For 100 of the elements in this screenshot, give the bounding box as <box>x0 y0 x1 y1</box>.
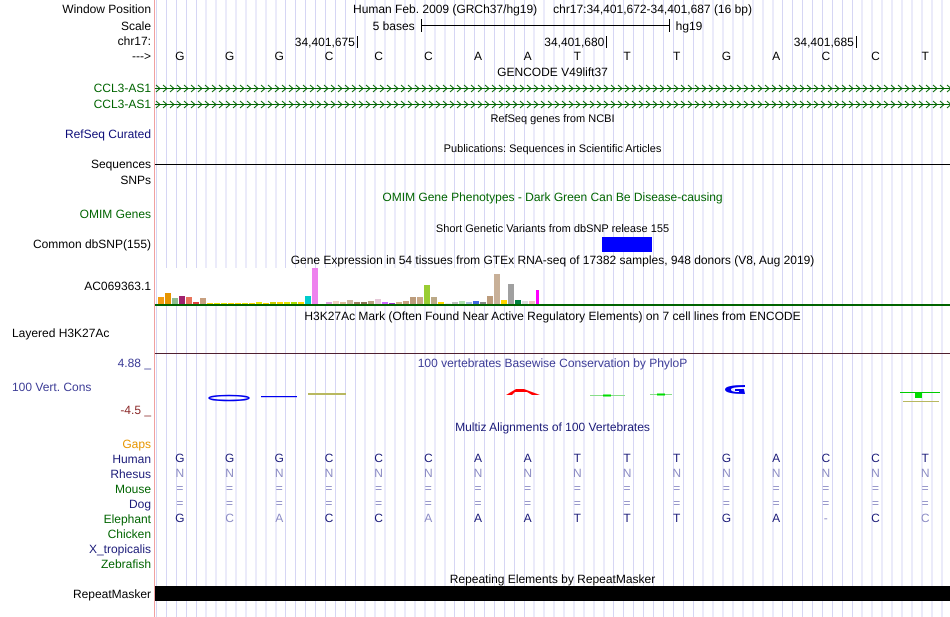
aligned-base: C <box>920 511 930 526</box>
aligned-base: G <box>274 451 284 466</box>
aligned-base: = <box>922 496 929 511</box>
species-label: Chicken <box>108 526 151 540</box>
aligned-base: A <box>772 451 780 466</box>
aligned-base: = <box>673 481 680 496</box>
aligned-base: N <box>324 466 334 481</box>
base-letter: C <box>821 49 830 63</box>
assembly-name: hg19 <box>676 18 702 32</box>
aligned-base: N <box>772 466 780 481</box>
species-label: Zebrafish <box>100 556 151 570</box>
aligned-base: N <box>225 466 234 481</box>
aligned-base: N <box>871 466 880 481</box>
aligned-base: N <box>821 466 830 481</box>
aligned-base: - <box>824 511 828 526</box>
base-letter: G <box>274 49 284 63</box>
aligned-base: N <box>424 466 433 481</box>
aligned-base: = <box>474 496 482 511</box>
gene-strand-drawing[interactable] <box>155 100 950 108</box>
row-label: Window Position <box>62 2 151 16</box>
aligned-base: G <box>722 451 732 466</box>
base-letter: C <box>871 49 880 63</box>
track-title: RefSeq genes from NCBI <box>490 112 615 126</box>
track-label: SNPs <box>120 173 151 187</box>
aligned-base: N <box>274 466 284 481</box>
aligned-base: = <box>375 481 382 496</box>
species-label: Rhesus <box>110 466 151 480</box>
aligned-base: = <box>524 481 532 496</box>
axis-min-label: -4.5 _ <box>120 403 151 417</box>
aligned-base: T <box>574 511 582 526</box>
species-label: Human <box>112 452 151 466</box>
aligned-base: = <box>673 496 680 511</box>
aligned-base: C <box>225 511 234 526</box>
aligned-base: = <box>276 496 283 511</box>
aligned-base: T <box>623 451 631 466</box>
base-letter: T <box>574 49 582 63</box>
aligned-base: = <box>722 496 730 511</box>
aligned-base: N <box>474 466 482 481</box>
aligned-base: N <box>523 466 532 481</box>
track-title: H3K27Ac Mark (Often Found Near Active Regulatory Elements) on 7 cell lines from ENCODE <box>304 309 801 323</box>
aligned-base: T <box>921 451 929 466</box>
base-letter: A <box>474 49 482 63</box>
track-title: Repeating Elements by RepeatMasker <box>450 572 656 586</box>
aligned-base: C <box>324 511 334 526</box>
track-title: Multiz Alignments of 100 Vertebrates <box>455 420 650 434</box>
aligned-base: = <box>276 481 283 496</box>
aligned-base: = <box>722 481 730 496</box>
base-letter: T <box>673 49 680 63</box>
aligned-base: N <box>176 466 184 481</box>
aligned-base: N <box>920 466 930 481</box>
aligned-base: A <box>772 511 780 526</box>
species-label: Dog <box>128 496 151 510</box>
aligned-base: = <box>574 481 581 496</box>
track-label: AC069363.1 <box>84 279 151 293</box>
aligned-base: A <box>524 511 532 526</box>
base-letter: C <box>324 49 334 63</box>
gene-label[interactable]: CCL3-AS1 <box>94 81 151 95</box>
aligned-base: = <box>226 496 234 511</box>
aligned-base: N <box>672 466 682 481</box>
base-letter: G <box>224 49 234 63</box>
gene-label[interactable]: CCL3-AS1 <box>94 97 151 111</box>
aligned-base: = <box>176 481 184 496</box>
aligned-base: = <box>922 481 929 496</box>
track-label: Common dbSNP(155) <box>32 237 151 251</box>
track-title: 100 vertebrates Basewise Conservation by PhyloP <box>418 356 688 370</box>
aligned-base: C <box>374 451 383 466</box>
aligned-base: T <box>673 511 680 526</box>
coordinate-label: 34,401,685 <box>794 36 857 48</box>
aligned-base: T <box>574 451 582 466</box>
track-label: OMIM Genes <box>80 207 151 221</box>
species-label: Elephant <box>104 512 151 526</box>
base-letter: T <box>623 49 631 63</box>
aligned-base: = <box>325 481 332 496</box>
row-label: Scale <box>120 18 151 32</box>
aligned-base: = <box>624 496 631 511</box>
aligned-base: = <box>474 481 482 496</box>
aligned-base: C <box>871 451 880 466</box>
base-letter: G <box>175 49 185 63</box>
track-label: 100 Vert. Cons <box>12 380 92 394</box>
gene-strand-drawing[interactable] <box>155 84 950 92</box>
axis-max-label: 4.88 _ <box>118 356 151 370</box>
scale-text: 5 bases <box>372 18 415 32</box>
aligned-base: = <box>375 496 382 511</box>
variant-bar[interactable] <box>602 236 652 252</box>
strand-label: ---> <box>132 49 151 63</box>
coordinate-label: 34,401,680 <box>544 36 608 48</box>
aligned-base: A <box>424 511 432 526</box>
track-title: Short Genetic Variants from dbSNP release 155 <box>436 222 670 236</box>
aligned-base: G <box>722 511 732 526</box>
aligned-base: = <box>424 481 432 496</box>
aligned-base: = <box>325 496 332 511</box>
aligned-base: = <box>226 481 234 496</box>
aligned-base: A <box>474 451 482 466</box>
track-label: Sequences <box>90 157 151 171</box>
row-label: chr17: <box>118 34 151 48</box>
aligned-base: A <box>474 511 482 526</box>
base-letter: A <box>524 49 532 63</box>
aligned-base: G <box>224 451 234 466</box>
aligned-base: G <box>175 511 185 526</box>
position-text: chr17:34,401,672-34,401,687 (16 bp) <box>553 2 752 16</box>
